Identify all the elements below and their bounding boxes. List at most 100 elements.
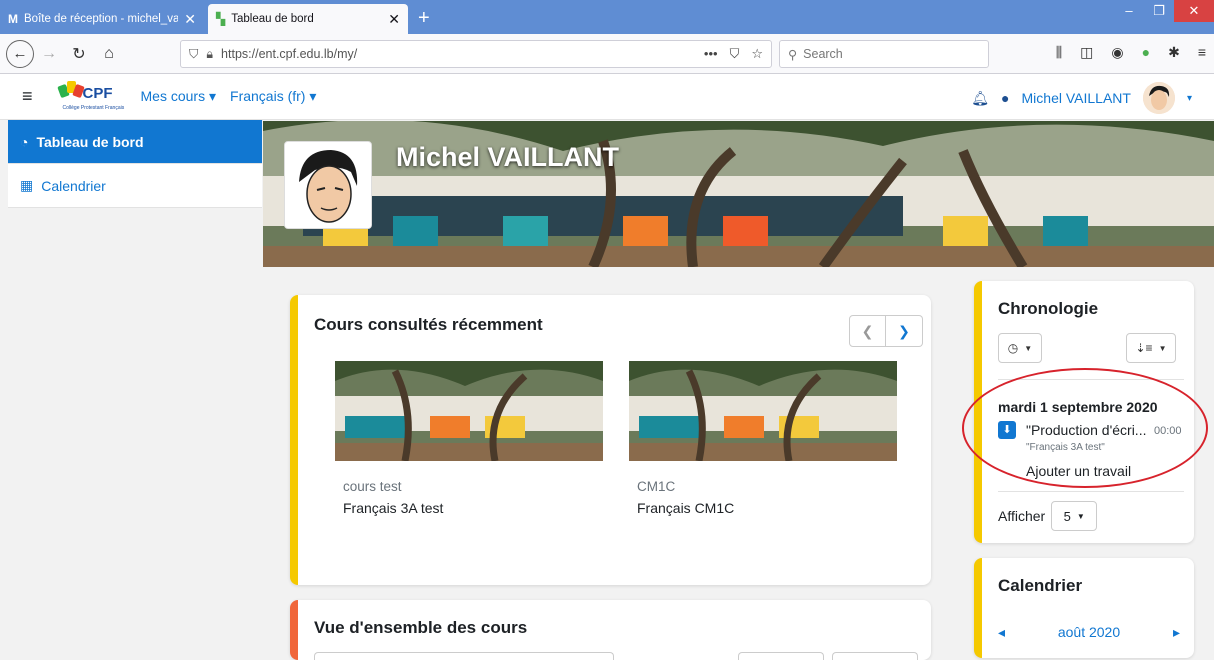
home-icon[interactable]: ⌂ [94, 45, 124, 63]
divider [998, 491, 1184, 492]
course-image[interactable] [629, 361, 897, 461]
shield-icon: ⛉ [189, 46, 199, 61]
course-name[interactable]: Français 3A test [343, 500, 603, 516]
notification-bell-icon[interactable]: 🔔︎ [971, 90, 989, 107]
drawer-item-calendar[interactable]: ▦ Calendrier [8, 164, 262, 208]
course-card[interactable]: cours test Français 3A test [335, 361, 603, 516]
reload-icon[interactable]: ↻ [64, 44, 94, 64]
window-controls: – ❐ ✕ [1114, 0, 1214, 22]
profile-avatar [284, 141, 372, 229]
next-month-icon[interactable]: ▸ [1173, 624, 1180, 641]
logo-subtitle: Collège Protestant Français [62, 104, 125, 111]
restore-icon[interactable]: ❐ [1144, 0, 1174, 22]
filter-dropdown[interactable] [314, 652, 614, 660]
tab-dashboard[interactable]: ▚ Tableau de bord ✕ [208, 4, 408, 34]
block-title: Vue d'ensemble des cours [314, 618, 528, 637]
header-menu: Mes cours ▾ Français (fr) ▾ [141, 88, 317, 105]
library-icon[interactable]: ⫼ [1056, 44, 1062, 61]
timeline-block: Chronologie ◷ ▼ ⇣≡ ▼ mardi 1 septembre 2… [974, 281, 1194, 543]
block-title: Calendrier [998, 576, 1083, 595]
url-bar[interactable]: ⛉ 🔒︎ https://ent.cpf.edu.lb/my/ ••• ⛉ ☆ [180, 40, 772, 68]
carousel-nav: ❮ ❯ [849, 315, 923, 347]
nav-drawer: ◔ Tableau de bord ▦ Calendrier [0, 120, 262, 654]
user-area: 🔔︎ ● Michel VAILLANT ▾ [971, 82, 1192, 114]
chevron-right-icon[interactable]: ❯ [886, 315, 923, 347]
view-dropdown[interactable] [832, 652, 918, 660]
caret-down-icon: ▼ [1076, 511, 1085, 521]
timeline-controls: ◷ ▼ ⇣≡ ▼ [998, 333, 1176, 363]
sort-button[interactable]: ⇣≡ ▼ [1126, 333, 1176, 363]
more-actions-icon[interactable]: ••• [704, 46, 718, 62]
new-tab-button[interactable]: + [408, 7, 440, 34]
user-menu-name[interactable]: Michel VAILLANT [1022, 90, 1131, 106]
course-overview-block: Vue d'ensemble des cours [290, 600, 931, 660]
dashboard-icon: ◔ [20, 133, 29, 150]
messages-icon[interactable]: ● [1001, 90, 1009, 106]
caret-down-icon: ▼ [1158, 343, 1167, 353]
event-time: 00:00 [1154, 425, 1182, 437]
browser-nav-bar: ← → ↻ ⌂ ⛉ 🔒︎ https://ent.cpf.edu.lb/my/ … [0, 34, 1214, 74]
sort-icon: ⇣≡ [1135, 341, 1153, 355]
block-title: Cours consultés récemment [314, 315, 543, 334]
lock-icon: 🔒︎ [206, 46, 214, 61]
tab-gmail[interactable]: M Boîte de réception - michel_vai ✕ [0, 4, 204, 34]
course-image[interactable] [335, 361, 603, 461]
menu-my-courses[interactable]: Mes cours ▾ [141, 88, 217, 105]
bookmark-star-icon[interactable]: ☆ [751, 46, 763, 62]
course-name[interactable]: Français CM1C [637, 500, 897, 516]
course-category: CM1C [637, 479, 676, 494]
menu-icon[interactable]: ≡ [1198, 44, 1206, 61]
url-text: https://ent.cpf.edu.lb/my/ [221, 47, 358, 61]
previous-month-icon[interactable]: ◂ [998, 624, 1005, 641]
site-logo[interactable]: CPF Collège Protestant Français [53, 79, 125, 115]
logo-mark-icon [56, 80, 85, 101]
event-course: "Français 3A test" [1026, 442, 1105, 453]
browser-toolbar: ⫼ ◫ ◉ ● ✱ ≡ [1056, 44, 1206, 61]
calendar-nav: ◂ août 2020 ▸ [998, 624, 1180, 641]
calendar-icon: ▦ [20, 177, 34, 193]
tab-title: Boîte de réception - michel_vai [24, 13, 179, 25]
add-submission-link[interactable]: Ajouter un travail [1026, 463, 1131, 479]
divider [998, 379, 1184, 380]
browser-tab-bar: M Boîte de réception - michel_vai ✕ ▚ Ta… [0, 0, 1214, 34]
course-card[interactable]: CM1C Français CM1C [629, 361, 897, 516]
clock-icon: ◷ [1007, 341, 1019, 355]
sort-dropdown[interactable] [738, 652, 824, 660]
calendar-block: Calendrier ◂ août 2020 ▸ [974, 558, 1194, 658]
chevron-left-icon[interactable]: ❮ [849, 315, 886, 347]
tab-title: Tableau de bord [231, 13, 314, 25]
event-date: mardi 1 septembre 2020 [998, 399, 1158, 415]
site-header: ≡ CPF Collège Protestant Français Mes co… [0, 74, 1214, 120]
sidebar-icon[interactable]: ◫ [1080, 44, 1093, 61]
close-tab-icon[interactable]: ✕ [184, 11, 196, 28]
calendar-month: août 2020 [1057, 624, 1121, 640]
extension-puzzle-icon[interactable]: ✱ [1168, 44, 1180, 61]
avatar[interactable] [1142, 82, 1175, 114]
forward-arrow-icon[interactable]: → [34, 45, 64, 63]
back-arrow-icon[interactable]: ← [6, 39, 34, 68]
close-tab-icon[interactable]: ✕ [388, 11, 400, 28]
favicon-icon: ▚ [216, 12, 226, 26]
show-count: Afficher 5 ▼ [998, 501, 1098, 531]
recent-courses-block: Cours consultés récemment ❮ ❯ cours test… [290, 295, 931, 585]
show-label: Afficher [998, 508, 1046, 524]
profile-name: Michel VAILLANT [396, 142, 620, 172]
assignment-icon: ⬇ [998, 421, 1016, 439]
hamburger-menu-icon[interactable]: ≡ [22, 86, 33, 107]
drawer-item-dashboard[interactable]: ◔ Tableau de bord [8, 120, 262, 164]
chevron-down-icon[interactable]: ▾ [1187, 93, 1192, 104]
close-window-icon[interactable]: ✕ [1174, 0, 1214, 22]
menu-language[interactable]: Français (fr) ▾ [230, 88, 316, 105]
show-count-select[interactable]: 5 ▼ [1051, 501, 1098, 531]
gmail-icon: M [8, 12, 18, 26]
account-icon[interactable]: ◉ [1111, 44, 1123, 61]
search-placeholder: Search [803, 47, 843, 61]
minimize-icon[interactable]: – [1114, 0, 1144, 22]
search-input[interactable]: ⚲ Search [779, 40, 989, 68]
extension-icon[interactable]: ● [1142, 44, 1150, 61]
date-filter-button[interactable]: ◷ ▼ [998, 333, 1042, 363]
event-title-link[interactable]: "Production d'écri... [1026, 422, 1146, 438]
course-category: cours test [343, 479, 402, 494]
pocket-icon[interactable]: ⛉ [730, 46, 740, 62]
block-title: Chronologie [998, 299, 1099, 318]
